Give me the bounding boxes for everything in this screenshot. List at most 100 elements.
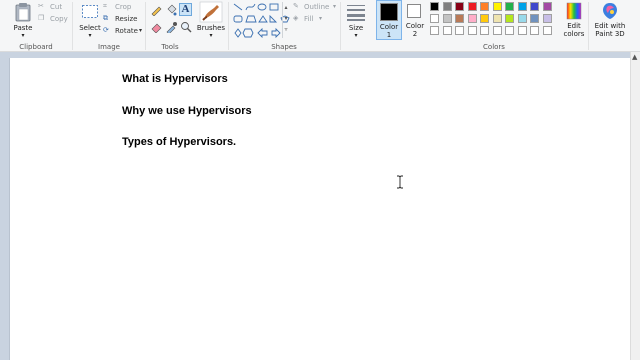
- magnifier-icon[interactable]: [180, 21, 192, 33]
- color-swatch[interactable]: [530, 14, 539, 23]
- paste-label: Paste: [13, 24, 33, 32]
- color-swatch[interactable]: [517, 14, 527, 23]
- color2-button[interactable]: Color 2: [403, 0, 427, 40]
- color-swatch[interactable]: [505, 2, 514, 11]
- copy-label: Copy: [50, 15, 68, 23]
- color-swatch[interactable]: [455, 14, 464, 23]
- color-swatch[interactable]: [467, 14, 477, 23]
- paste-button[interactable]: Paste ▾: [12, 2, 34, 40]
- paint3d-label-line2: Paint 3D: [595, 30, 625, 38]
- crop-label: Crop: [115, 3, 132, 11]
- outline-icon: ✎: [293, 2, 299, 10]
- rotate-icon: ⟳: [103, 26, 109, 34]
- ribbon: Paste ▾ ✂ Cut ❐ Copy Clipboard Select ▾ …: [0, 0, 640, 52]
- scroll-up-icon[interactable]: ▲: [632, 53, 637, 61]
- color-swatch[interactable]: [430, 14, 439, 23]
- colors-group-label: Colors: [483, 43, 505, 51]
- chevron-down-icon: ▾: [333, 3, 337, 10]
- color-swatch[interactable]: [455, 26, 464, 35]
- edit-with-paint3d-button[interactable]: Edit with Paint 3D: [590, 0, 630, 42]
- color1-swatch: [380, 3, 398, 21]
- size-label: Size: [348, 24, 364, 32]
- vertical-scrollbar[interactable]: ▲: [630, 52, 640, 360]
- canvas-text-line: What is Hypervisors: [122, 73, 228, 85]
- cut-label: Cut: [50, 3, 63, 11]
- divider: [340, 2, 341, 50]
- cut-button[interactable]: ✂ Cut: [38, 2, 70, 12]
- color-swatch[interactable]: [530, 26, 539, 35]
- color-swatch[interactable]: [530, 2, 539, 11]
- copy-icon: ❐: [38, 14, 45, 22]
- canvas-text-line: Why we use Hypervisors: [122, 105, 252, 117]
- outline-label: Outline: [304, 3, 330, 11]
- shapes-group-label: Shapes: [271, 43, 297, 51]
- resize-label: Resize: [115, 15, 138, 23]
- rotate-label: Rotate: [115, 27, 138, 35]
- rotate-button[interactable]: ⟳ Rotate ▾: [103, 26, 143, 36]
- tools-group: A Tools: [146, 0, 194, 52]
- pencil-icon[interactable]: [150, 4, 162, 16]
- color-swatch[interactable]: [480, 14, 489, 23]
- chevron-down-icon: ▾: [319, 15, 323, 22]
- drawing-canvas[interactable]: What is Hypervisors Why we use Hyperviso…: [9, 58, 631, 360]
- color-picker-icon[interactable]: [165, 21, 177, 33]
- chevron-down-icon: ▾: [209, 32, 213, 39]
- edit-colors-label-line2: colors: [563, 30, 585, 38]
- canvas-text-line: Types of Hypervisors.: [122, 136, 237, 148]
- eraser-icon[interactable]: [150, 21, 162, 33]
- color-swatch[interactable]: [455, 2, 464, 11]
- color-swatch[interactable]: [480, 26, 489, 35]
- resize-icon: ⧉: [103, 14, 108, 22]
- select-label: Select: [79, 24, 101, 32]
- color-swatch[interactable]: [442, 2, 452, 11]
- color-swatch[interactable]: [467, 26, 477, 35]
- color-swatch[interactable]: [467, 2, 477, 11]
- shapes-scroll[interactable]: ▴ ▾ ▿: [282, 2, 289, 38]
- color-swatch[interactable]: [542, 2, 552, 11]
- clipboard-group: Paste ▾ ✂ Cut ❐ Copy Clipboard: [0, 0, 72, 52]
- fill-bucket-icon[interactable]: [165, 4, 177, 16]
- color-swatch[interactable]: [492, 26, 502, 35]
- image-group-label: Image: [98, 43, 120, 51]
- brushes-button[interactable]: Brushes ▾: [196, 1, 226, 43]
- outline-button[interactable]: ✎ Outline ▾: [293, 2, 339, 12]
- fill-button[interactable]: ◈ Fill ▾: [293, 14, 339, 24]
- color-swatch[interactable]: [517, 2, 527, 11]
- copy-button[interactable]: ❐ Copy: [38, 14, 70, 24]
- color-swatch[interactable]: [492, 2, 502, 11]
- chevron-down-icon: ▾: [21, 32, 25, 39]
- chevron-down-icon: ▾: [354, 32, 358, 39]
- color-swatch[interactable]: [430, 2, 439, 11]
- color-swatch[interactable]: [430, 26, 439, 35]
- color-swatch[interactable]: [480, 2, 489, 11]
- chevron-down-icon: ▾: [139, 27, 143, 34]
- image-group: Select ▾ ⌗ Crop ⧉ Resize ⟳ Rotate ▾ Imag…: [73, 0, 145, 52]
- color1-label: Color: [379, 23, 399, 31]
- color2-number: 2: [412, 30, 418, 38]
- clipboard-icon: [15, 3, 31, 22]
- color1-button[interactable]: Color 1: [376, 0, 402, 40]
- resize-button[interactable]: ⧉ Resize: [103, 14, 143, 24]
- crop-button[interactable]: ⌗ Crop: [103, 2, 143, 12]
- color1-number: 1: [386, 31, 392, 39]
- tools-group-label: Tools: [161, 43, 179, 51]
- color-swatch[interactable]: [542, 26, 552, 35]
- color-swatch[interactable]: [517, 26, 527, 35]
- crop-icon: ⌗: [103, 2, 107, 10]
- color-swatch[interactable]: [442, 14, 452, 23]
- color-swatch[interactable]: [505, 26, 514, 35]
- color-swatch[interactable]: [542, 14, 552, 23]
- color-swatch[interactable]: [492, 14, 502, 23]
- color2-label: Color: [405, 22, 425, 30]
- line-width-icon: [347, 5, 365, 21]
- color-swatch[interactable]: [505, 14, 514, 23]
- select-rect-icon: [82, 5, 98, 18]
- edit-colors-button[interactable]: Edit colors: [561, 0, 587, 42]
- size-button[interactable]: Size ▾: [343, 1, 369, 43]
- edit-colors-label: Edit: [567, 22, 581, 30]
- color-swatch[interactable]: [442, 26, 452, 35]
- select-button[interactable]: Select ▾: [77, 2, 103, 40]
- colors-group: Colors: [428, 0, 560, 52]
- fill-label: Fill: [304, 15, 314, 23]
- text-tool-icon[interactable]: A: [179, 3, 192, 16]
